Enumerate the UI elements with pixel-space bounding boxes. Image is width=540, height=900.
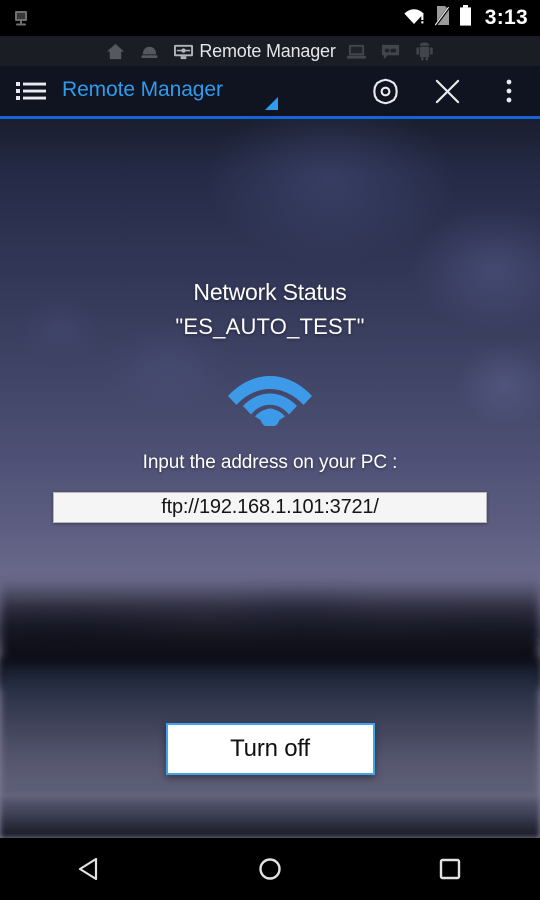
address-hint-label: Input the address on your PC : bbox=[142, 452, 398, 473]
gear-icon[interactable] bbox=[354, 66, 416, 116]
turn-off-button[interactable]: Turn off bbox=[165, 723, 375, 775]
status-bar-system-icons: 3:13 bbox=[404, 5, 528, 31]
more-vertical-icon[interactable] bbox=[478, 66, 540, 116]
turn-off-button-container: Turn off bbox=[0, 723, 540, 775]
no-sim-icon bbox=[434, 5, 451, 31]
home-icon[interactable] bbox=[98, 36, 132, 66]
system-nav-bar bbox=[0, 838, 540, 900]
address-field[interactable]: ftp://192.168.1.101:3721/ bbox=[53, 492, 487, 523]
cloud-drive-icon[interactable] bbox=[132, 36, 166, 66]
battery-full-icon bbox=[459, 5, 472, 31]
wifi-warning-icon bbox=[404, 6, 426, 30]
cast-screen-icon bbox=[12, 9, 30, 27]
tab-remote-manager-label: Remote Manager bbox=[199, 40, 336, 61]
page-title: Remote Manager bbox=[62, 78, 223, 101]
tab-active-marker bbox=[265, 97, 278, 110]
app-tab-bar: Remote Manager bbox=[0, 36, 540, 66]
home-circle-icon[interactable] bbox=[180, 838, 360, 900]
android-robot-icon[interactable] bbox=[408, 36, 442, 66]
wifi-icon bbox=[224, 362, 316, 428]
remote-monitor-icon bbox=[170, 36, 196, 66]
network-ssid: "ES_AUTO_TEST" bbox=[175, 314, 365, 339]
recents-square-icon[interactable] bbox=[360, 838, 540, 900]
status-bar: 3:13 bbox=[0, 0, 540, 36]
network-status-label: Network Status bbox=[193, 279, 347, 305]
close-icon[interactable] bbox=[416, 66, 478, 116]
status-bar-clock: 3:13 bbox=[484, 6, 528, 29]
message-bubble-icon[interactable] bbox=[374, 36, 408, 66]
status-bar-notifications bbox=[12, 9, 404, 27]
back-triangle-icon[interactable] bbox=[0, 838, 180, 900]
main-content: Network Status "ES_AUTO_TEST" Input the … bbox=[0, 119, 540, 838]
list-menu-icon[interactable] bbox=[0, 66, 62, 116]
tab-remote-manager[interactable]: Remote Manager bbox=[166, 36, 339, 66]
turn-off-button-label: Turn off bbox=[230, 735, 310, 762]
phone-screen: 3:13 Remote Manager Remote Manager Netwo… bbox=[0, 0, 540, 900]
address-value: ftp://192.168.1.101:3721/ bbox=[161, 496, 379, 518]
laptop-icon[interactable] bbox=[340, 36, 374, 66]
